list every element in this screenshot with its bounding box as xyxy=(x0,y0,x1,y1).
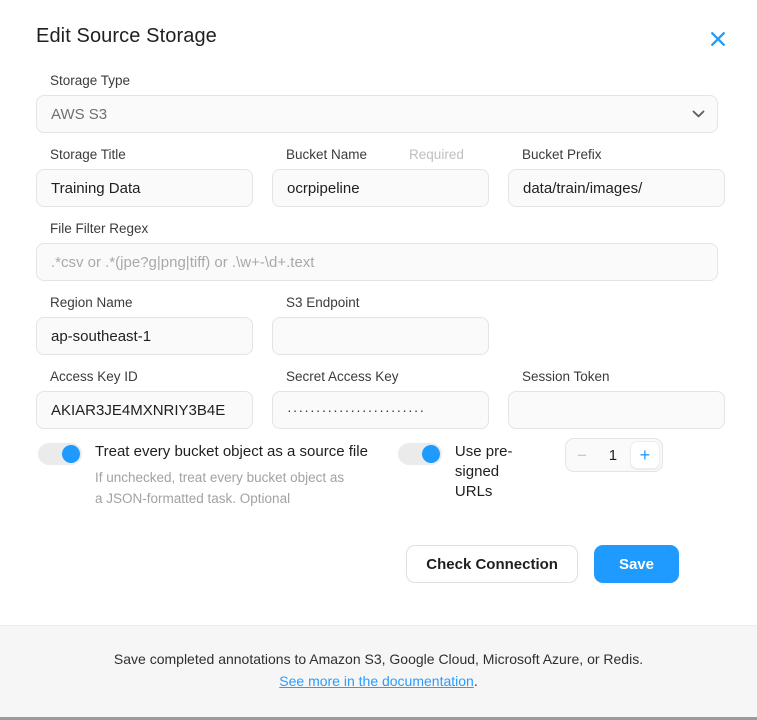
field-label-region-name: Region Name xyxy=(50,295,133,310)
stepper-increment-button[interactable]: + xyxy=(629,441,660,469)
stepper-value: 1 xyxy=(608,446,618,464)
field-row-credentials: Access Key ID Secret Access Key Session … xyxy=(36,368,725,429)
documentation-link[interactable]: See more in the documentation xyxy=(279,673,474,689)
save-button[interactable]: Save xyxy=(593,545,679,583)
close-icon[interactable] xyxy=(705,26,731,52)
toggle-knob xyxy=(62,445,80,463)
field-bucket-name: Bucket Name Required xyxy=(272,146,489,207)
field-label-bucket-name: Bucket Name Required xyxy=(272,146,489,163)
toggle-group-treat-every-object: Treat every bucket object as a source fi… xyxy=(38,442,368,509)
modal-body: Storage Type AWS S3 Storage Title Traini… xyxy=(0,56,757,625)
check-connection-button[interactable]: Check Connection xyxy=(406,545,578,583)
footer-link-suffix: . xyxy=(473,673,478,689)
field-storage-type: Storage Type AWS S3 xyxy=(36,72,718,133)
storage-type-select-wrap: AWS S3 xyxy=(36,95,718,133)
field-label-s3-endpoint: S3 Endpoint xyxy=(286,295,360,310)
modal-footer: Save completed annotations to Amazon S3,… xyxy=(0,625,757,720)
access-key-id-input[interactable] xyxy=(36,391,253,429)
field-row-file-filter: File Filter Regex xyxy=(36,220,718,281)
field-s3-endpoint: S3 Endpoint xyxy=(272,294,489,355)
toggle-group-use-presigned-urls: Use pre-signed URLs xyxy=(397,442,537,502)
storage-title-input[interactable] xyxy=(36,169,253,207)
bucket-prefix-input[interactable] xyxy=(508,169,725,207)
use-presigned-urls-toggle[interactable] xyxy=(397,443,442,465)
field-label-file-filter-regex: File Filter Regex xyxy=(50,221,149,236)
field-label-access-key-id: Access Key ID xyxy=(50,369,138,384)
treat-every-object-toggle[interactable] xyxy=(38,443,82,465)
field-access-key-id: Access Key ID xyxy=(36,368,253,429)
footer-description: Save completed annotations to Amazon S3,… xyxy=(113,651,644,667)
use-presigned-urls-label: Use pre-signed URLs xyxy=(454,443,513,500)
stepper-decrement-button[interactable]: − xyxy=(568,447,596,464)
page-title: Edit Source Storage xyxy=(36,25,217,47)
modal-header: Edit Source Storage xyxy=(0,0,757,56)
field-label-session-token: Session Token xyxy=(522,369,610,384)
field-region-name: Region Name xyxy=(36,294,253,355)
region-name-input[interactable] xyxy=(36,317,253,355)
toggle-knob xyxy=(421,445,440,463)
storage-type-select[interactable]: AWS S3 xyxy=(36,95,718,133)
field-file-filter-regex: File Filter Regex xyxy=(36,220,718,281)
field-label-bucket-prefix: Bucket Prefix xyxy=(522,147,602,162)
treat-every-object-text: Treat every bucket object as a source fi… xyxy=(95,442,368,509)
field-label-storage-title: Storage Title xyxy=(50,147,126,162)
modal-actions: Check Connection Save xyxy=(36,509,718,583)
bucket-name-label-text: Bucket Name xyxy=(286,147,368,162)
field-row-bucket: Storage Title Bucket Name Required Bucke… xyxy=(36,146,725,207)
treat-every-object-label: Treat every bucket object as a source fi… xyxy=(95,443,368,460)
file-filter-regex-input[interactable] xyxy=(36,243,718,281)
field-row-storage-type: Storage Type AWS S3 xyxy=(36,72,718,133)
field-session-token: Session Token xyxy=(508,368,725,429)
field-bucket-prefix: Bucket Prefix xyxy=(508,146,725,207)
session-token-input[interactable] xyxy=(508,391,725,429)
field-secret-access-key: Secret Access Key xyxy=(272,368,489,429)
s3-endpoint-input[interactable] xyxy=(272,317,489,355)
field-storage-title: Storage Title xyxy=(36,146,253,207)
bucket-name-required-hint: Required xyxy=(409,147,464,162)
bucket-name-input[interactable] xyxy=(272,169,489,207)
presigned-ttl-stepper[interactable]: − 1 + xyxy=(564,438,663,472)
field-label-secret-access-key: Secret Access Key xyxy=(286,369,399,384)
field-row-region: Region Name S3 Endpoint xyxy=(36,294,718,355)
toggles-row: Treat every bucket object as a source fi… xyxy=(36,438,718,509)
footer-link-line: See more in the documentation. xyxy=(20,670,737,693)
secret-access-key-input[interactable] xyxy=(272,391,489,429)
use-presigned-urls-text: Use pre-signed URLs xyxy=(455,442,537,502)
field-label-storage-type: Storage Type xyxy=(50,73,131,88)
edit-source-storage-modal: Edit Source Storage Storage Type AWS S3 xyxy=(0,0,757,720)
treat-every-object-hint: If unchecked, treat every bucket object … xyxy=(95,470,345,506)
